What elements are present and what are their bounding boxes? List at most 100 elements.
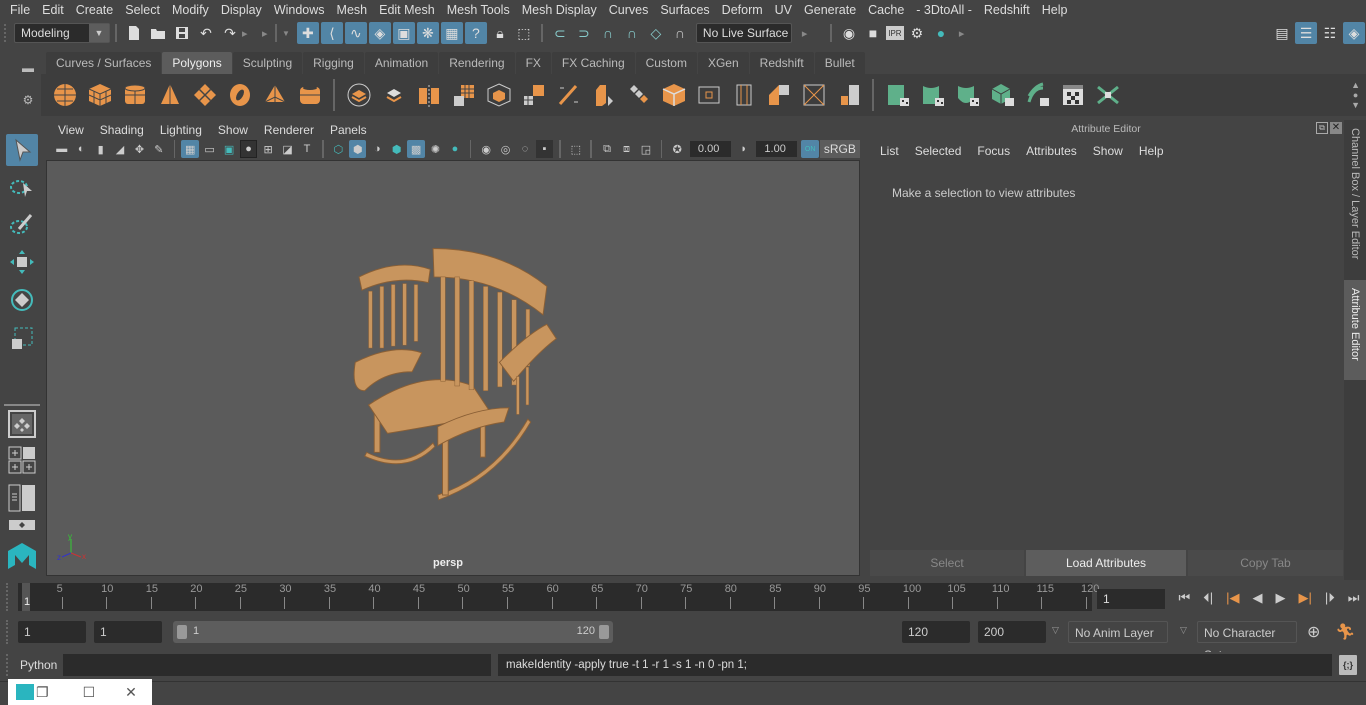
lasso-tool-icon[interactable] (6, 172, 38, 204)
combine-icon[interactable] (344, 80, 374, 110)
shadows-icon[interactable]: ● (446, 140, 463, 158)
shelf-settings-gear-icon[interactable]: ⚙ (23, 93, 34, 107)
safe-action-icon[interactable]: ◪ (279, 140, 296, 158)
viewport-menu-lighting[interactable]: Lighting (152, 123, 210, 137)
save-scene-icon[interactable] (171, 22, 193, 44)
redo-icon[interactable]: ↷ (219, 22, 241, 44)
bridge-icon[interactable] (624, 80, 654, 110)
open-scene-icon[interactable] (147, 22, 169, 44)
range-start-handle[interactable] (177, 625, 187, 639)
poly-sphere-icon[interactable] (50, 80, 80, 110)
menu-redshift[interactable]: Redshift (978, 3, 1036, 17)
collapse-arrow-icon[interactable]: ▸ (959, 24, 967, 42)
lasso-icon[interactable]: ⊃ (573, 22, 595, 44)
menu-mesh-display[interactable]: Mesh Display (516, 3, 603, 17)
shelf-tab-polygons[interactable]: Polygons (162, 52, 232, 74)
collapse-arrow-icon[interactable]: ▸ (802, 24, 810, 42)
shelf-tab-fx-caching[interactable]: FX Caching (551, 52, 635, 74)
grid-toggle-icon[interactable]: ▦ (181, 140, 199, 158)
play-backwards-icon[interactable]: ◀ (1252, 590, 1262, 606)
snap-projected-center-icon[interactable]: ▣ (392, 22, 415, 44)
magnet-surface-icon[interactable]: ◇ (645, 22, 667, 44)
collapse-arrow-icon[interactable]: ▸ (262, 24, 270, 42)
undo-icon[interactable]: ↶ (195, 22, 217, 44)
xray-joints-icon[interactable]: ⧈ (618, 140, 635, 158)
hypershade-icon[interactable]: ● (930, 22, 952, 44)
command-line-grip[interactable] (6, 654, 16, 676)
menu-generate[interactable]: Generate (798, 3, 862, 17)
range-end-handle[interactable] (599, 625, 609, 639)
shelf-tab-rendering[interactable]: Rendering (439, 52, 515, 74)
ae-select-button[interactable]: Select (870, 550, 1024, 576)
poly-cylinder-icon[interactable] (120, 80, 150, 110)
menu-modify[interactable]: Modify (166, 3, 215, 17)
menu-edit[interactable]: Edit (36, 3, 70, 17)
grease-pencil-icon[interactable]: ✎ (150, 140, 167, 158)
select-highlight-icon[interactable]: ⬚ (513, 22, 535, 44)
rocking-chair-model[interactable] (347, 239, 557, 514)
step-back-key-icon[interactable]: |◀ (1226, 590, 1239, 606)
viewport-menu-show[interactable]: Show (210, 123, 256, 137)
time-slider[interactable]: 1 5 10 15 20 25 30 35 40 45 50 55 60 65 70 75 80 85 90 95 1… (18, 583, 1099, 611)
chevron-down-icon[interactable]: ▼ (282, 29, 290, 38)
spherical-uv-icon[interactable] (953, 80, 983, 110)
scale-tool-icon[interactable] (6, 322, 38, 354)
gamma-field[interactable]: 1.00 (756, 141, 798, 157)
ae-menu-help[interactable]: Help (1131, 144, 1172, 158)
paint-select-tool-icon[interactable] (6, 208, 38, 240)
lock-icon[interactable]: 🔒︎ (489, 22, 511, 44)
maximize-window-icon[interactable]: ☐ (83, 684, 96, 701)
status-line-grip[interactable] (4, 24, 10, 42)
attribute-editor-toggle-icon[interactable]: ☰ (1295, 22, 1317, 44)
menu-help[interactable]: Help (1036, 3, 1074, 17)
help-icon[interactable]: ? (464, 22, 487, 44)
step-back-frame-icon[interactable]: ⏴| (1203, 590, 1213, 606)
shelf-tabs-toggle-icon[interactable]: ▬ (22, 61, 34, 75)
automatic-uv-icon[interactable] (988, 80, 1018, 110)
magnet-point-icon[interactable]: ∩ (621, 22, 643, 44)
command-input[interactable] (63, 654, 491, 676)
render-frame-icon[interactable]: ◉ (838, 22, 860, 44)
anim-layer-dropdown[interactable]: No Anim Layer (1068, 621, 1168, 643)
screen-space-ao-icon[interactable]: ◉ (477, 140, 494, 158)
gamma-icon[interactable]: ◗ (735, 140, 752, 158)
snap-grid-icon[interactable]: ✚ (296, 22, 319, 44)
motion-blur-icon[interactable]: ◎ (497, 140, 514, 158)
fill-hole-icon[interactable] (799, 80, 829, 110)
image-plane-icon[interactable]: ◢ (111, 140, 128, 158)
use-all-lights-icon[interactable]: ✺ (427, 140, 444, 158)
step-forward-frame-icon[interactable]: |⏵ (1325, 590, 1335, 606)
unfold-uv-icon[interactable] (1023, 80, 1053, 110)
shelf-tab-custom[interactable]: Custom (635, 52, 697, 74)
target-weld-icon[interactable] (659, 80, 689, 110)
playback-start-field[interactable]: 1 (94, 621, 162, 643)
menu-3dtoall[interactable]: - 3DtoAll - (910, 3, 978, 17)
menuset-dropdown[interactable]: Modeling ▼ (14, 23, 110, 43)
isolate-select-icon[interactable]: ⬚ (567, 140, 584, 158)
bevel-icon[interactable] (589, 80, 619, 110)
bookmark-icon[interactable]: ▮ (92, 140, 109, 158)
menu-curves[interactable]: Curves (603, 3, 655, 17)
menu-deform[interactable]: Deform (716, 3, 769, 17)
menu-file[interactable]: File (4, 3, 36, 17)
four-view-layout-icon[interactable] (6, 444, 38, 476)
film-gate-icon[interactable]: ▭ (201, 140, 218, 158)
anti-aliasing-icon[interactable]: ◌ (516, 140, 533, 158)
2d-pan-zoom-icon[interactable]: ✥ (131, 140, 148, 158)
ae-menu-selected[interactable]: Selected (907, 144, 970, 158)
insert-edge-loop-icon[interactable] (694, 80, 724, 110)
menu-mesh-tools[interactable]: Mesh Tools (441, 3, 516, 17)
safe-title-icon[interactable]: T (298, 140, 315, 158)
tool-settings-icon[interactable]: ☷ (1319, 22, 1341, 44)
default-material-icon[interactable]: ◑ (368, 140, 385, 158)
append-polygon-icon[interactable] (764, 80, 794, 110)
viewport-persp[interactable]: y x z persp (46, 160, 860, 576)
step-forward-key-icon[interactable]: ▶| (1298, 590, 1311, 606)
poly-pyramid-icon[interactable] (260, 80, 290, 110)
menu-edit-mesh[interactable]: Edit Mesh (373, 3, 441, 17)
render-view-icon[interactable]: ▦ (440, 22, 463, 44)
magnet-icon[interactable]: ∩ (597, 22, 619, 44)
menu-windows[interactable]: Windows (268, 3, 331, 17)
camera-select-icon[interactable]: ▬ (53, 140, 70, 158)
script-language-toggle[interactable]: Python (20, 658, 57, 672)
